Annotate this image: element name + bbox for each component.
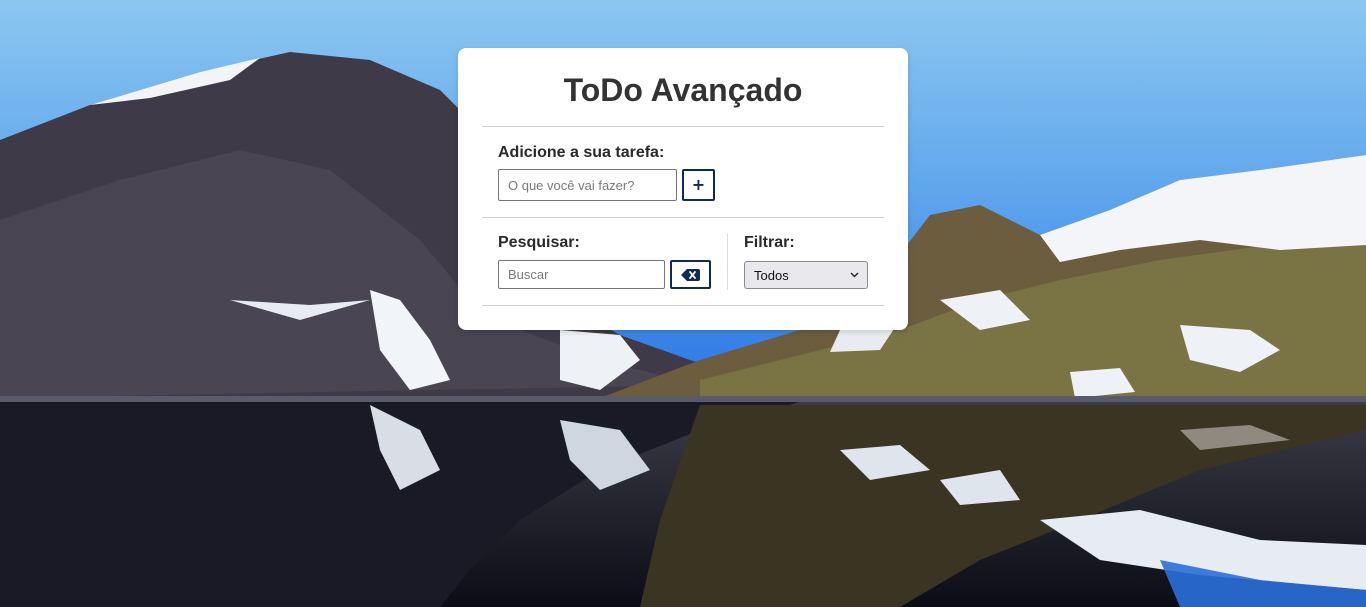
filter-label: Filtrar: (744, 234, 795, 251)
backspace-icon (681, 268, 700, 281)
page-title: ToDo Avançado (563, 72, 803, 108)
chevron-down-icon (850, 272, 859, 278)
divider (482, 217, 884, 218)
add-task-input[interactable] (498, 169, 677, 201)
search-label: Pesquisar: (498, 234, 580, 251)
plus-icon: + (691, 175, 706, 194)
search-input[interactable] (498, 260, 665, 289)
filter-selected-value: Todos (754, 267, 789, 283)
add-task-label: Adicione a sua tarefa: (498, 144, 665, 161)
filter-select[interactable]: Todos (744, 261, 868, 289)
add-task-button[interactable]: + (682, 169, 715, 201)
divider (482, 305, 884, 306)
vertical-divider (727, 234, 728, 290)
divider (482, 126, 884, 127)
todo-card: ToDo Avançado Adicione a sua tarefa: + P… (458, 48, 908, 330)
clear-search-button[interactable] (670, 260, 711, 289)
